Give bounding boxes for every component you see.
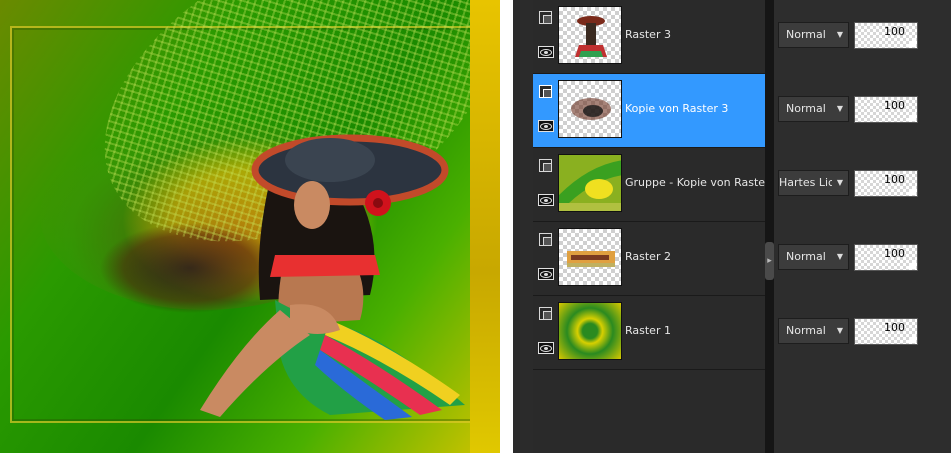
layer-thumbnail[interactable]	[558, 302, 622, 360]
lock-icon[interactable]	[539, 159, 552, 172]
image-canvas[interactable]	[0, 0, 500, 453]
chevron-right-icon[interactable]: ▸	[765, 242, 774, 280]
blend-mode-select[interactable]: Normal ▼	[778, 22, 849, 48]
layer-thumbnail[interactable]	[558, 80, 622, 138]
layer-toggles	[536, 222, 556, 296]
blend-mode-value: Normal	[786, 324, 826, 337]
layer-toggles	[536, 296, 556, 370]
eye-icon[interactable]	[538, 120, 554, 132]
lock-icon[interactable]	[539, 11, 552, 24]
lock-icon[interactable]	[539, 85, 552, 98]
eye-icon[interactable]	[538, 268, 554, 280]
eye-icon[interactable]	[538, 194, 554, 206]
layer-name: Raster 1	[625, 324, 671, 337]
layer-row-raster-1[interactable]: Raster 1	[533, 296, 765, 370]
eye-icon[interactable]	[538, 46, 554, 58]
chevron-down-icon[interactable]: ▼	[832, 319, 848, 343]
layer-row-gruppe-kopie-von-raster[interactable]: Gruppe - Kopie von Raster	[533, 148, 765, 222]
layer-toggles	[536, 148, 556, 222]
layer-properties-column	[774, 0, 951, 453]
lock-icon[interactable]	[539, 307, 552, 320]
blend-mode-select[interactable]: Hartes Licht ▼	[778, 170, 849, 196]
canvas-panel-gap	[500, 0, 513, 453]
layer-thumbnail[interactable]	[558, 6, 622, 64]
blend-mode-select[interactable]: Normal ▼	[778, 318, 849, 344]
chevron-down-icon[interactable]: ▼	[832, 171, 848, 195]
layers-panel-left-strip	[513, 0, 533, 453]
opacity-field[interactable]: 100	[854, 244, 918, 271]
chevron-down-icon[interactable]: ▼	[832, 97, 848, 121]
layer-name: Raster 2	[625, 250, 671, 263]
opacity-field[interactable]: 100	[854, 96, 918, 123]
opacity-field[interactable]: 100	[854, 318, 918, 345]
opacity-field[interactable]: 100	[854, 170, 918, 197]
blend-mode-value: Normal	[786, 102, 826, 115]
blend-mode-value: Normal	[786, 28, 826, 41]
layer-name: Gruppe - Kopie von Raster	[625, 176, 765, 189]
layer-thumbnail[interactable]	[558, 154, 622, 212]
chevron-down-icon[interactable]: ▼	[832, 245, 848, 269]
opacity-field[interactable]: 100	[854, 22, 918, 49]
layer-thumbnail[interactable]	[558, 228, 622, 286]
lock-icon[interactable]	[539, 233, 552, 246]
layer-toggles	[536, 0, 556, 74]
layer-toggles	[536, 74, 556, 148]
woman-with-sombrero-image	[200, 134, 465, 420]
layer-name: Raster 3	[625, 28, 671, 41]
layer-row-raster-2[interactable]: Raster 2	[533, 222, 765, 296]
chevron-down-icon[interactable]: ▼	[832, 23, 848, 47]
blend-mode-select[interactable]: Normal ▼	[778, 244, 849, 270]
layer-row-raster-3[interactable]: Raster 3	[533, 0, 765, 74]
blend-mode-value: Normal	[786, 250, 826, 263]
panel-divider	[765, 0, 774, 453]
eye-icon[interactable]	[538, 342, 554, 354]
layer-row-kopie-von-raster-3[interactable]: Kopie von Raster 3	[533, 74, 765, 148]
layer-name: Kopie von Raster 3	[625, 102, 729, 115]
blend-mode-select[interactable]: Normal ▼	[778, 96, 849, 122]
